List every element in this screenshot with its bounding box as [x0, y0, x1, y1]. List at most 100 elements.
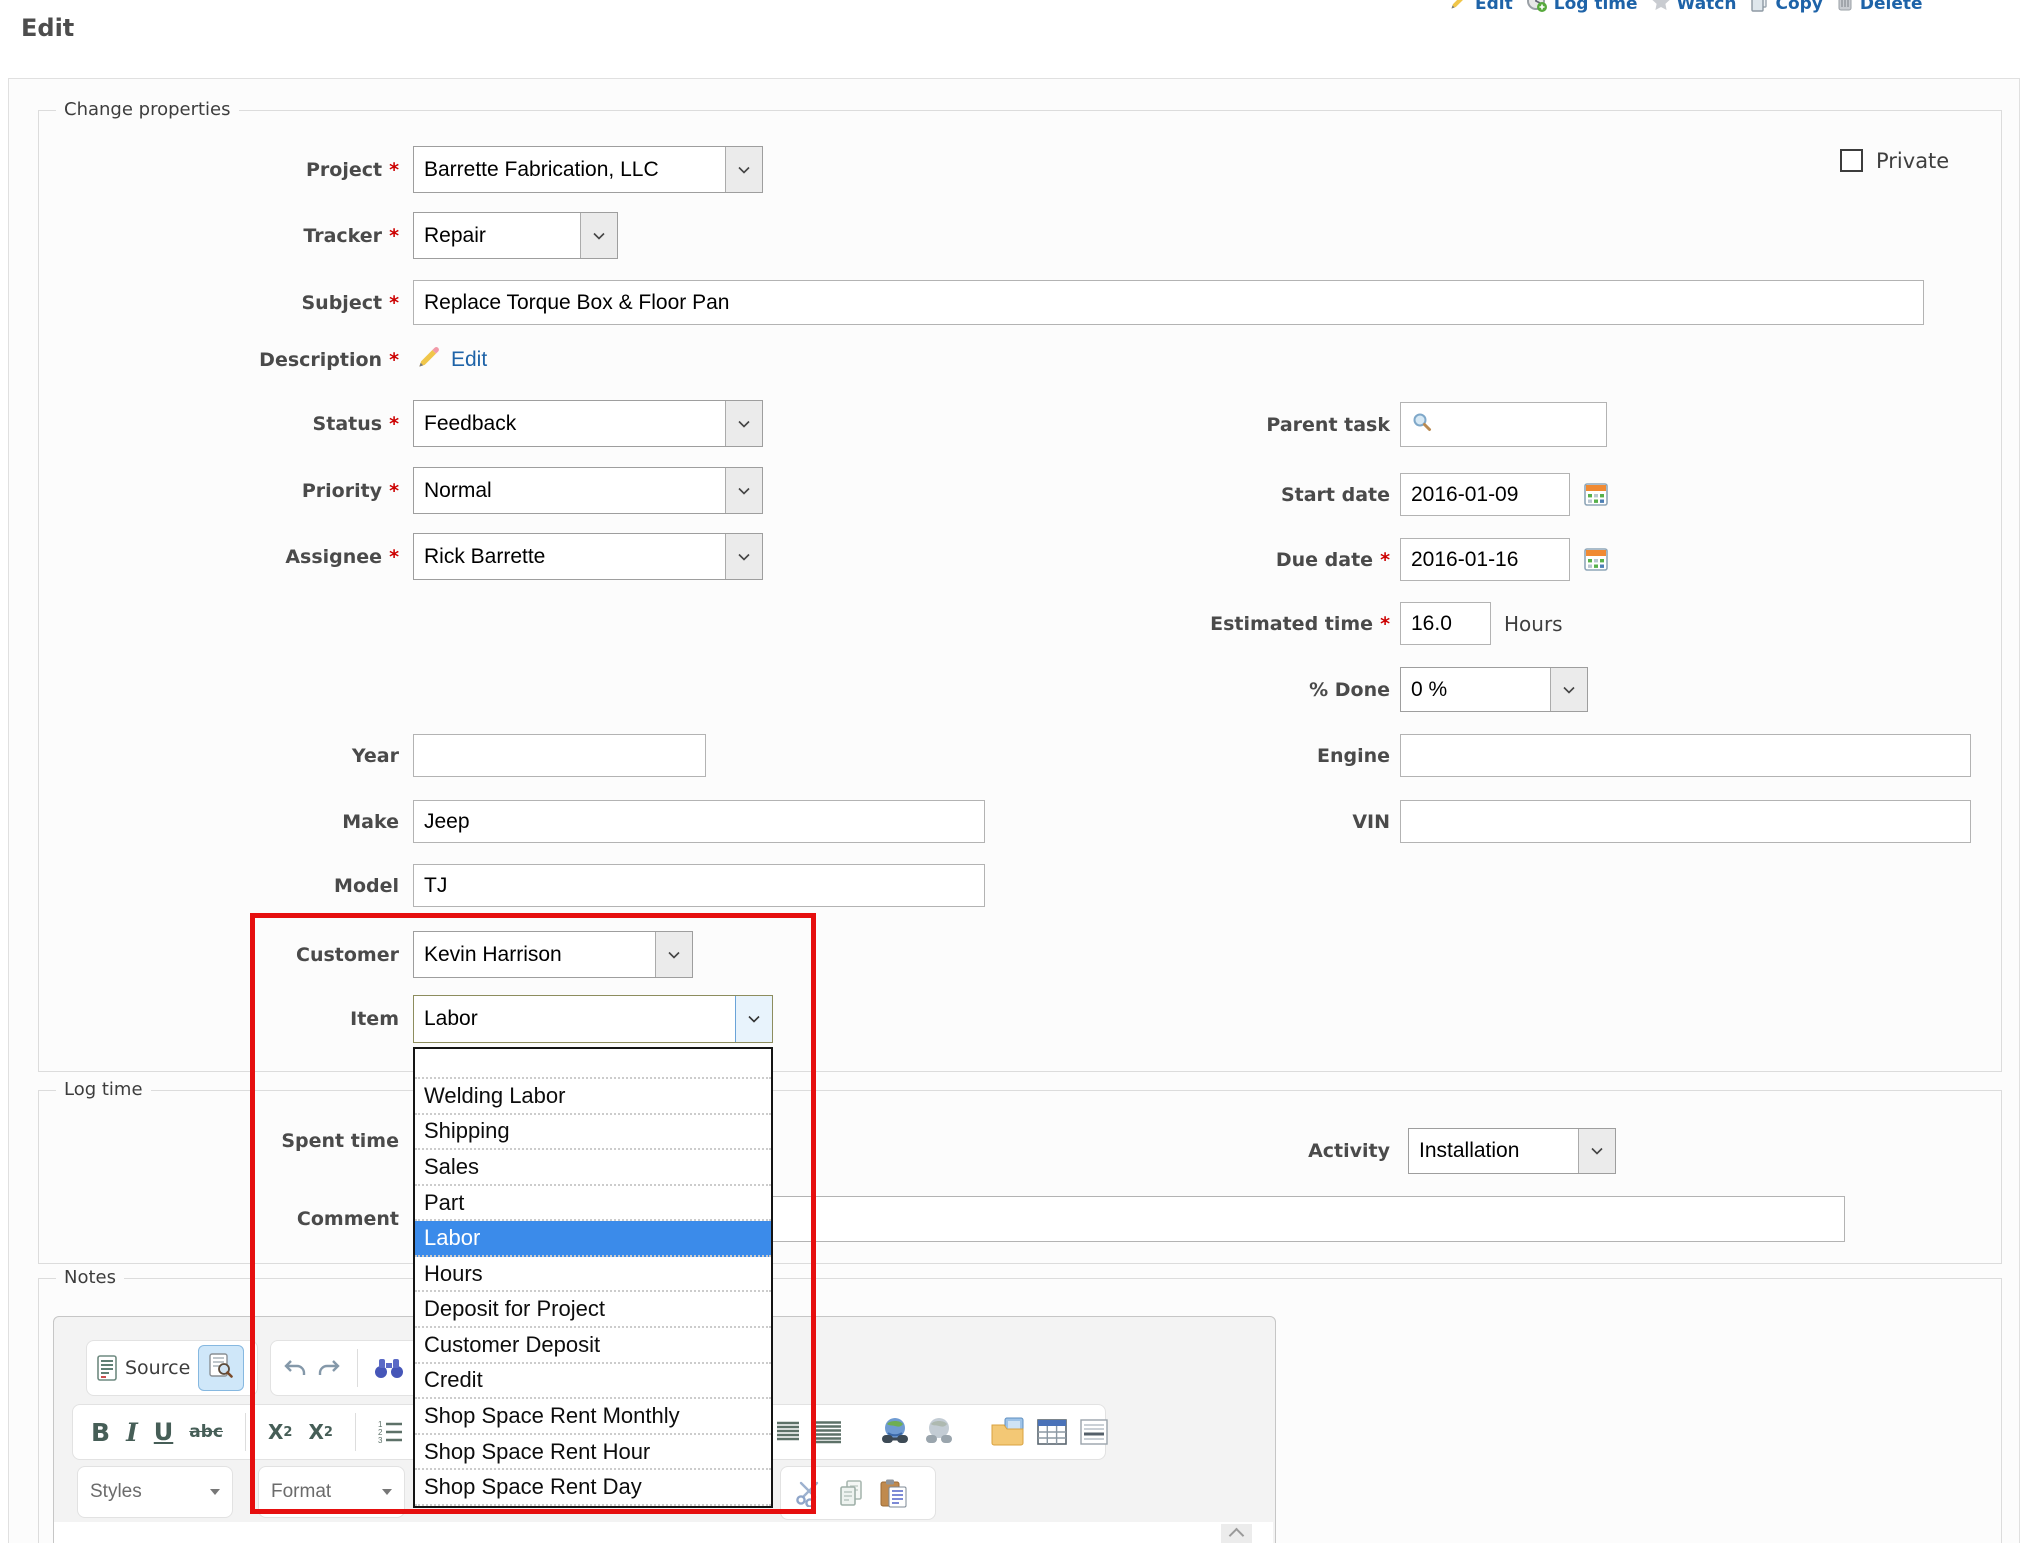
paste-icon[interactable] [879, 1478, 909, 1508]
dropdown-option[interactable]: Deposit for Project [415, 1292, 771, 1328]
dropdown-option[interactable]: Shop Space Rent Monthly [415, 1399, 771, 1435]
preview-icon [209, 1353, 233, 1384]
styles-combo[interactable]: Styles [77, 1466, 233, 1518]
due-date-label: Due date* [950, 538, 1390, 581]
underline-icon[interactable]: U [154, 1418, 174, 1446]
status-select[interactable]: Feedback [413, 400, 763, 447]
item-dropdown-options: Welding LaborShippingSalesPartLaborHours… [413, 1047, 773, 1508]
dropdown-option-blank[interactable] [415, 1049, 771, 1079]
assignee-label: Assignee* [0, 533, 399, 580]
table-icon[interactable] [1037, 1419, 1067, 1445]
activity-select[interactable]: Installation [1408, 1128, 1616, 1174]
search-icon [1411, 411, 1433, 439]
page-title: Edit [21, 14, 74, 42]
numbered-list-icon[interactable]: 123 [378, 1420, 404, 1444]
italic-icon[interactable]: I [126, 1418, 138, 1447]
justify-lines-icon[interactable] [813, 1420, 843, 1444]
description-edit-link[interactable]: Edit [451, 348, 487, 372]
percent-done-label: % Done [950, 667, 1390, 712]
calendar-icon[interactable] [1583, 546, 1609, 572]
editor-content-area[interactable] [54, 1522, 1273, 1543]
preview-button[interactable] [198, 1345, 244, 1391]
dropdown-option[interactable]: Labor [415, 1221, 771, 1257]
delete-action-link[interactable]: Delete [1836, 0, 1923, 17]
format-combo[interactable]: Format [258, 1466, 405, 1518]
calendar-icon[interactable] [1583, 481, 1609, 507]
page-break-icon[interactable] [1079, 1419, 1109, 1445]
redo-icon[interactable] [317, 1358, 341, 1378]
edit-action-label: Edit [1475, 0, 1513, 14]
watch-action-link[interactable]: Watch [1651, 0, 1737, 17]
dropdown-option[interactable]: Shop Space Rent Hour [415, 1435, 771, 1471]
tracker-select[interactable]: Repair [413, 212, 618, 259]
chevron-down-icon [1550, 668, 1587, 711]
change-properties-legend: Change properties [56, 99, 239, 120]
vin-input[interactable] [1400, 800, 1971, 843]
edit-action-link[interactable]: Edit [1448, 0, 1513, 17]
parent-task-input[interactable] [1400, 402, 1607, 447]
priority-select[interactable]: Normal [413, 467, 763, 514]
copy-icon[interactable] [837, 1479, 865, 1507]
context-toolbar: Edit Log time Watch Copy Delete [1448, 0, 1923, 20]
unlink-icon[interactable] [923, 1417, 955, 1447]
editor-group-source: Source [86, 1340, 258, 1396]
customer-label: Customer [0, 931, 399, 978]
model-input[interactable]: TJ [413, 864, 985, 907]
star-icon [1651, 0, 1671, 17]
dropdown-option[interactable]: Hours [415, 1257, 771, 1293]
image-icon[interactable] [991, 1417, 1025, 1447]
copy-action-label: Copy [1775, 0, 1822, 14]
clock-plus-icon [1526, 0, 1548, 18]
start-date-label: Start date [950, 473, 1390, 516]
format-combo-label: Format [271, 1481, 331, 1503]
dropdown-option[interactable]: Sales [415, 1150, 771, 1186]
editor-scrollbar[interactable] [1221, 1524, 1252, 1543]
copy-action-link[interactable]: Copy [1749, 0, 1822, 17]
chevron-down-icon [580, 213, 617, 258]
tracker-label: Tracker* [0, 212, 399, 259]
chevron-down-icon [725, 147, 762, 192]
copy-icon [1749, 0, 1769, 17]
log-time-action-link[interactable]: Log time [1526, 0, 1638, 18]
dropdown-option[interactable]: Customer Deposit [415, 1328, 771, 1364]
find-icon[interactable] [374, 1357, 404, 1379]
bold-icon[interactable]: B [91, 1418, 110, 1447]
due-date-input[interactable]: 2016-01-16 [1400, 538, 1570, 581]
subject-input[interactable]: Replace Torque Box & Floor Pan [413, 280, 1924, 325]
assignee-select[interactable]: Rick Barrette [413, 533, 763, 580]
dropdown-option[interactable]: Part [415, 1186, 771, 1222]
start-date-input[interactable]: 2016-01-09 [1400, 473, 1570, 516]
customer-select[interactable]: Kevin Harrison [413, 931, 693, 978]
source-icon[interactable] [97, 1355, 117, 1381]
chevron-down-icon [725, 401, 762, 446]
year-input[interactable] [413, 734, 706, 777]
make-input[interactable]: Jeep [413, 800, 985, 843]
project-select[interactable]: Barrette Fabrication, LLC [413, 146, 763, 193]
percent-done-select[interactable]: 0 % [1400, 667, 1588, 712]
subscript-icon[interactable]: X2 [268, 1420, 292, 1444]
item-select[interactable]: Labor [413, 995, 773, 1043]
scroll-up-icon [1229, 1528, 1245, 1543]
cut-icon[interactable] [795, 1479, 823, 1507]
engine-input[interactable] [1400, 734, 1971, 777]
source-button[interactable]: Source [125, 1357, 190, 1379]
superscript-icon[interactable]: X2 [308, 1420, 332, 1444]
dropdown-option[interactable]: Welding Labor [415, 1079, 771, 1115]
chevron-down-icon [382, 1489, 392, 1495]
dropdown-option[interactable]: Credit [415, 1364, 771, 1400]
dropdown-option[interactable]: Shop Space Rent Day [415, 1470, 771, 1506]
strikethrough-icon[interactable]: abc [189, 1422, 223, 1442]
link-icon[interactable] [879, 1417, 911, 1447]
estimated-time-input[interactable]: 16.0 [1400, 602, 1491, 645]
chevron-down-icon [735, 996, 772, 1042]
private-checkbox[interactable] [1840, 149, 1863, 172]
private-label: Private [1876, 146, 1949, 176]
undo-icon[interactable] [283, 1358, 307, 1378]
estimated-time-label: Estimated time* [950, 602, 1390, 645]
spent-time-label: Spent time [0, 1118, 399, 1164]
vin-label: VIN [950, 800, 1390, 843]
pencil-icon [1448, 0, 1469, 17]
item-label: Item [0, 995, 399, 1043]
dropdown-option[interactable]: Shipping [415, 1115, 771, 1151]
align-lines-icon[interactable] [775, 1420, 801, 1444]
